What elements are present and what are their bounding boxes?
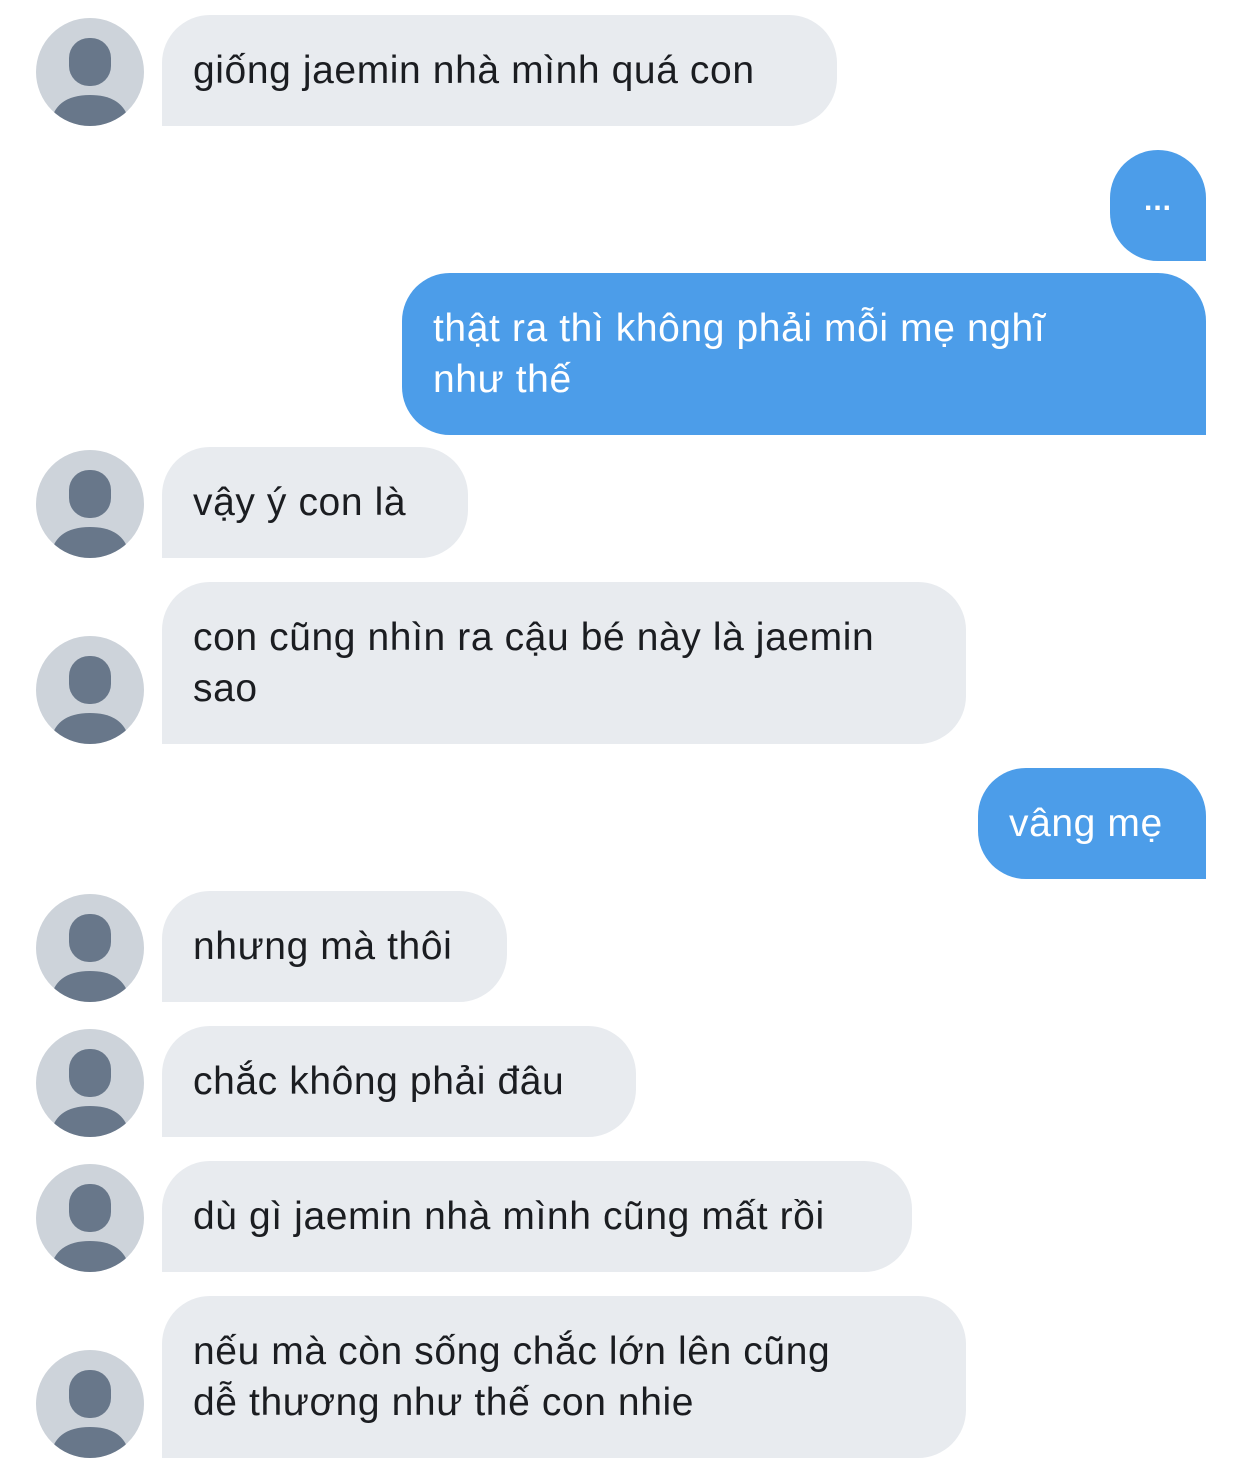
message-bubble-incoming[interactable]: vậy ý con là (162, 447, 468, 558)
message-bubble-outgoing[interactable]: vâng mẹ (978, 768, 1206, 879)
contact-avatar-icon[interactable] (36, 1164, 144, 1272)
contact-avatar-icon[interactable] (36, 894, 144, 1002)
message-bubble-incoming[interactable]: nếu mà còn sống chắc lớn lên cũng dễ thư… (162, 1296, 966, 1458)
message-bubble-outgoing[interactable]: ... (1110, 150, 1206, 261)
contact-avatar-icon[interactable] (36, 1029, 144, 1137)
contact-avatar-icon[interactable] (36, 450, 144, 558)
message-bubble-incoming[interactable]: giống jaemin nhà mình quá con (162, 15, 837, 126)
message-bubble-incoming[interactable]: dù gì jaemin nhà mình cũng mất rồi (162, 1161, 912, 1272)
contact-avatar-icon[interactable] (36, 636, 144, 744)
message-bubble-outgoing[interactable]: thật ra thì không phải mỗi mẹ nghĩ như t… (402, 273, 1206, 435)
contact-avatar-icon[interactable] (36, 1350, 144, 1458)
message-bubble-incoming[interactable]: chắc không phải đâu (162, 1026, 636, 1137)
message-bubble-incoming[interactable]: con cũng nhìn ra cậu bé này là jaemin sa… (162, 582, 966, 744)
contact-avatar-icon[interactable] (36, 18, 144, 126)
message-bubble-incoming[interactable]: nhưng mà thôi (162, 891, 507, 1002)
